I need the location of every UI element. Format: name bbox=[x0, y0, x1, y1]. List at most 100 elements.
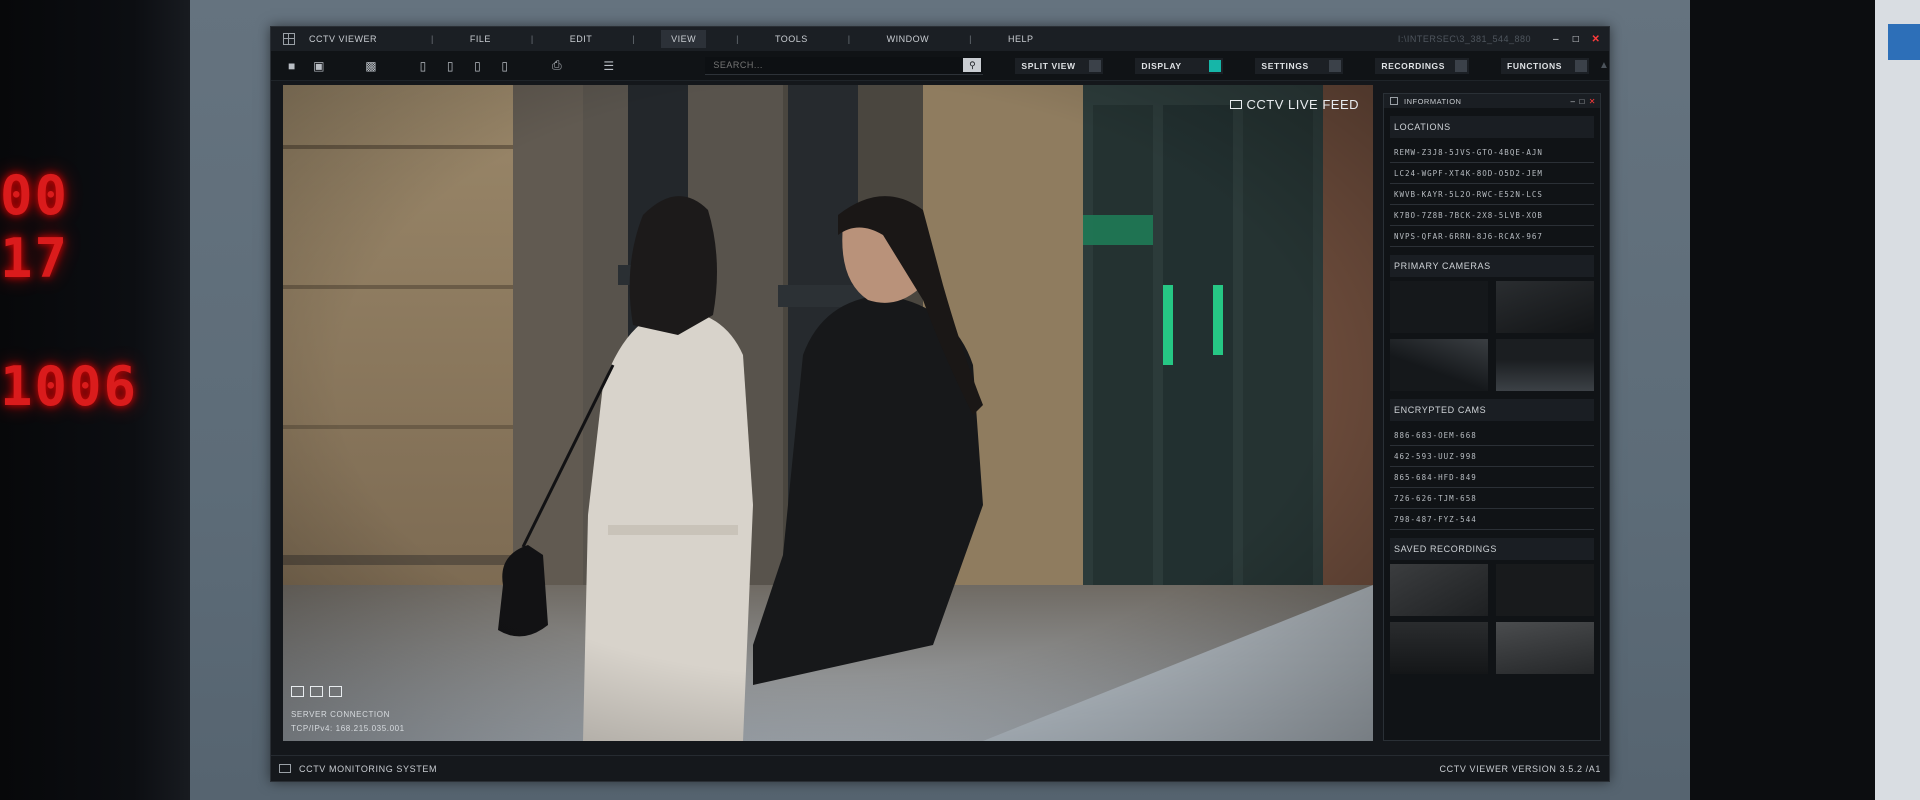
menu-separator: | bbox=[632, 34, 636, 44]
recordings-toggle[interactable] bbox=[1455, 59, 1468, 72]
information-titlebar: INFORMATION – □ ✕ bbox=[1384, 94, 1600, 108]
document-edit-icon[interactable]: ▯ bbox=[471, 58, 484, 74]
document-icon[interactable]: ▯ bbox=[416, 58, 429, 74]
locations-heading: LOCATIONS bbox=[1390, 116, 1594, 138]
primary-cameras-heading: PRIMARY CAMERAS bbox=[1390, 255, 1594, 277]
second-monitor-edge bbox=[1875, 0, 1920, 800]
menu-separator: | bbox=[847, 34, 851, 44]
video-controls bbox=[291, 686, 342, 697]
camera-thumbnail[interactable] bbox=[1496, 339, 1594, 391]
monitor-icon bbox=[279, 764, 291, 773]
location-item[interactable]: REMW-Z3J8-5JVS-GTO-4BQE-AJN bbox=[1390, 142, 1594, 163]
maximize-icon[interactable]: □ bbox=[1569, 32, 1583, 46]
panel-close-icon[interactable]: ✕ bbox=[1589, 97, 1596, 106]
lock-icon[interactable]: ▲ bbox=[1599, 60, 1609, 71]
panel-window-controls: – □ ✕ bbox=[1571, 97, 1597, 106]
system-label: CCTV MONITORING SYSTEM bbox=[299, 763, 438, 774]
display-button[interactable]: DISPLAY bbox=[1135, 57, 1224, 74]
menu-separator: | bbox=[431, 34, 434, 44]
location-item[interactable]: KWVB-KAYR-5L2O-RWC-E52N-LCS bbox=[1390, 184, 1594, 205]
folders-icon[interactable]: ▣ bbox=[312, 58, 325, 74]
split-view-toggle[interactable] bbox=[1089, 59, 1102, 72]
search-input[interactable] bbox=[713, 60, 964, 70]
cctv-viewer-window: CCTV VIEWER | FILE | EDIT | VIEW | TOOLS… bbox=[270, 26, 1610, 782]
menu-edit[interactable]: EDIT bbox=[560, 30, 603, 48]
app-title: CCTV VIEWER bbox=[309, 34, 378, 44]
encrypted-cam-item[interactable]: 726-626-TJM-658 bbox=[1390, 488, 1594, 509]
display-toggle[interactable] bbox=[1209, 59, 1222, 72]
document-delete-icon[interactable]: ▯ bbox=[498, 58, 511, 74]
save-icon[interactable]: ▩ bbox=[364, 58, 377, 74]
recordings-button[interactable]: RECORDINGS bbox=[1375, 57, 1470, 74]
panel-grid-icon bbox=[1390, 97, 1398, 105]
window-path: I:\INTERSEC\3_381_544_880 bbox=[1397, 34, 1531, 44]
location-item[interactable]: LC24-WGPF-XT4K-8OD-O5D2-JEM bbox=[1390, 163, 1594, 184]
functions-button[interactable]: FUNCTIONS bbox=[1501, 57, 1590, 74]
live-feed-label: CCTV LIVE FEED bbox=[1246, 97, 1359, 112]
functions-label: FUNCTIONS bbox=[1507, 60, 1563, 71]
encrypted-cam-item[interactable]: 462-593-UUZ-998 bbox=[1390, 446, 1594, 467]
menu-help[interactable]: HELP bbox=[998, 30, 1044, 48]
server-connection-label: SERVER CONNECTION bbox=[291, 710, 390, 719]
menu-separator: | bbox=[530, 34, 534, 44]
status-bar: CCTV MONITORING SYSTEM CCTV VIEWER VERSI… bbox=[271, 755, 1609, 781]
panel-minimize-icon[interactable]: – bbox=[1571, 97, 1576, 106]
print-icon[interactable]: ⎙ bbox=[550, 58, 563, 74]
recording-thumbnail[interactable] bbox=[1496, 564, 1594, 616]
menu-tools[interactable]: TOOLS bbox=[765, 30, 818, 48]
encrypted-cams-list: 886-683-OEM-668 462-593-UUZ-998 865-684-… bbox=[1390, 425, 1594, 530]
version-label: CCTV VIEWER VERSION 3.5.2 /A1 bbox=[1439, 763, 1601, 774]
encrypted-cam-item[interactable]: 865-684-HFD-849 bbox=[1390, 467, 1594, 488]
functions-toggle[interactable] bbox=[1575, 59, 1588, 72]
menu-separator: | bbox=[969, 34, 972, 44]
information-panel: INFORMATION – □ ✕ LOCATIONS REMW-Z3J8-5J… bbox=[1383, 93, 1601, 741]
encrypted-cam-item[interactable]: 798-487-FYZ-544 bbox=[1390, 509, 1594, 530]
saved-recordings-heading: SAVED RECORDINGS bbox=[1390, 538, 1594, 560]
split-view-button[interactable]: SPLIT VIEW bbox=[1015, 57, 1104, 74]
encrypted-cams-heading: ENCRYPTED CAMS bbox=[1390, 399, 1594, 421]
saved-recording-thumbnails bbox=[1390, 564, 1594, 674]
folder-icon[interactable]: ■ bbox=[285, 58, 298, 74]
menu-bar: CCTV VIEWER | FILE | EDIT | VIEW | TOOLS… bbox=[271, 27, 1609, 51]
menu-file[interactable]: FILE bbox=[460, 30, 501, 48]
settings-label: SETTINGS bbox=[1261, 60, 1309, 71]
primary-camera-thumbnails bbox=[1390, 281, 1594, 391]
menu-window[interactable]: WINDOW bbox=[877, 30, 940, 48]
camera-thumbnail[interactable] bbox=[1390, 281, 1488, 333]
search-icon[interactable]: ⚲ bbox=[963, 58, 982, 72]
cctv-frame-image bbox=[283, 85, 1373, 741]
app-grid-icon[interactable] bbox=[283, 33, 295, 45]
display-label: DISPLAY bbox=[1141, 60, 1182, 71]
second-monitor-window-tab bbox=[1888, 24, 1920, 60]
layout-single-icon[interactable] bbox=[291, 686, 304, 697]
right-room-background bbox=[1690, 0, 1875, 800]
document-copy-icon[interactable]: ▯ bbox=[444, 58, 457, 74]
led-clock-panel: 00 17 1006 bbox=[0, 150, 136, 450]
close-icon[interactable]: ✕ bbox=[1589, 32, 1603, 46]
camera-thumbnail[interactable] bbox=[1390, 339, 1488, 391]
camera-icon bbox=[1229, 100, 1242, 109]
settings-button[interactable]: SETTINGS bbox=[1255, 57, 1344, 74]
menu-view[interactable]: VIEW bbox=[661, 30, 707, 48]
location-item[interactable]: NVPS-QFAR-6RRN-8J6-RCAX-967 bbox=[1390, 226, 1594, 247]
location-item[interactable]: K7BO-7Z8B-7BCK-2X8-5LVB-XOB bbox=[1390, 205, 1594, 226]
settings-toggle[interactable] bbox=[1329, 59, 1342, 72]
live-video-feed[interactable]: CCTV LIVE FEED SERVER CONNECTION TCP/IPv… bbox=[283, 85, 1373, 741]
list-icon[interactable]: ☰ bbox=[602, 58, 615, 74]
minimize-icon[interactable]: – bbox=[1549, 32, 1563, 46]
led-readout-top: 00 17 bbox=[0, 164, 70, 290]
layout-grid-icon[interactable] bbox=[310, 686, 323, 697]
search-box: ⚲ bbox=[705, 56, 984, 75]
scene: 00 17 1006 CCTV VIEWER | FILE | EDIT | V… bbox=[0, 0, 1920, 800]
camera-thumbnail[interactable] bbox=[1496, 281, 1594, 333]
recording-thumbnail[interactable] bbox=[1390, 622, 1488, 674]
recording-thumbnail[interactable] bbox=[1496, 622, 1594, 674]
recordings-label: RECORDINGS bbox=[1381, 60, 1446, 71]
information-title: INFORMATION bbox=[1404, 96, 1462, 106]
layout-split-icon[interactable] bbox=[329, 686, 342, 697]
encrypted-cam-item[interactable]: 886-683-OEM-668 bbox=[1390, 425, 1594, 446]
recording-thumbnail[interactable] bbox=[1390, 564, 1488, 616]
panel-maximize-icon[interactable]: □ bbox=[1579, 97, 1584, 106]
menu-separator: | bbox=[736, 34, 739, 44]
live-feed-badge: CCTV LIVE FEED bbox=[1229, 97, 1359, 112]
